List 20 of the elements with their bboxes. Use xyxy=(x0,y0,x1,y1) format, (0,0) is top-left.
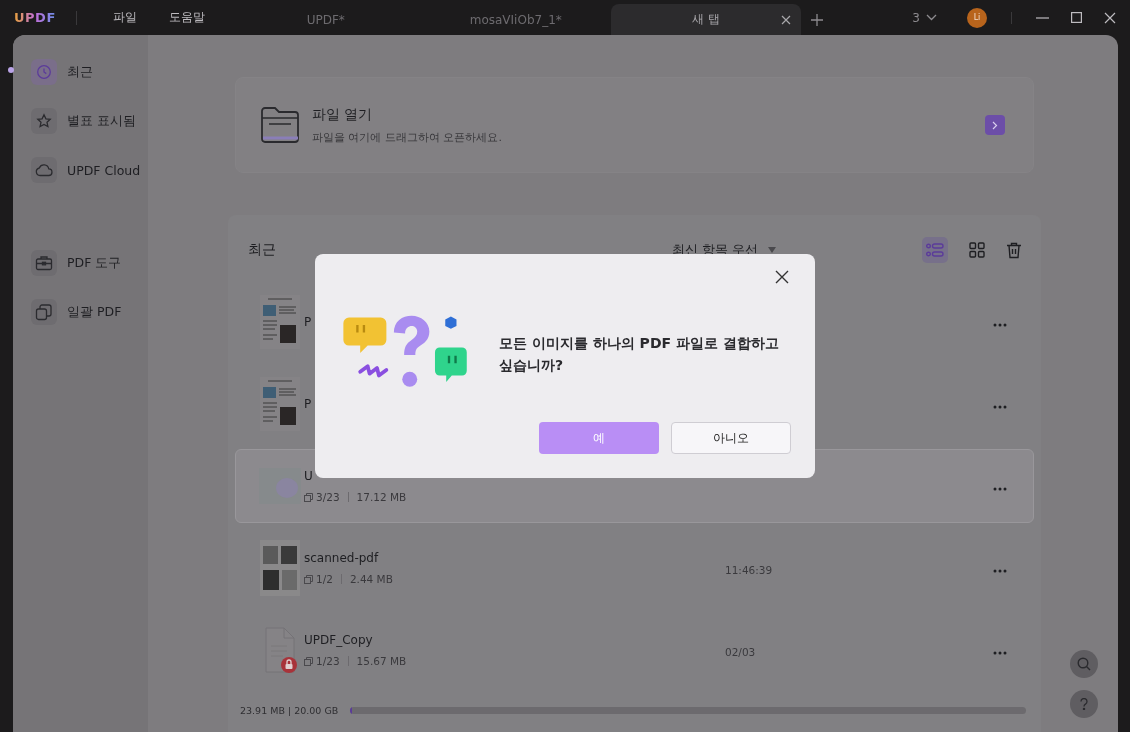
dialog-message: 모든 이미지를 하나의 PDF 파일로 결합하고 싶습니까? xyxy=(499,334,780,375)
file-size: 15.67 MB xyxy=(356,655,407,667)
file-name: UPDF_Copy xyxy=(304,633,373,647)
file-size: 2.44 MB xyxy=(349,573,393,585)
window-count: 3 xyxy=(912,10,920,25)
recent-heading: 최근 xyxy=(248,241,276,259)
file-name: P xyxy=(304,315,312,329)
file-name: scanned-pdf xyxy=(304,551,379,565)
file-name: U xyxy=(304,469,313,483)
file-time: 02/03 xyxy=(725,645,756,658)
file-size: 17.12 MB xyxy=(356,491,407,503)
open-file-title: 파일 열기 xyxy=(312,105,374,124)
file-time: 11:46:39 xyxy=(725,563,773,576)
page-count: 1/2 xyxy=(304,573,333,585)
page-count: 3/23 xyxy=(304,491,340,503)
page-count: 1/23 xyxy=(304,655,340,667)
file-name: P xyxy=(304,397,312,411)
storage-usage: 23.91 MB | 20.00 GB xyxy=(240,705,339,716)
open-file-hint: 파일을 여기에 드래그하여 오픈하세요. xyxy=(312,129,502,145)
app-logo: UPDF xyxy=(14,10,56,25)
